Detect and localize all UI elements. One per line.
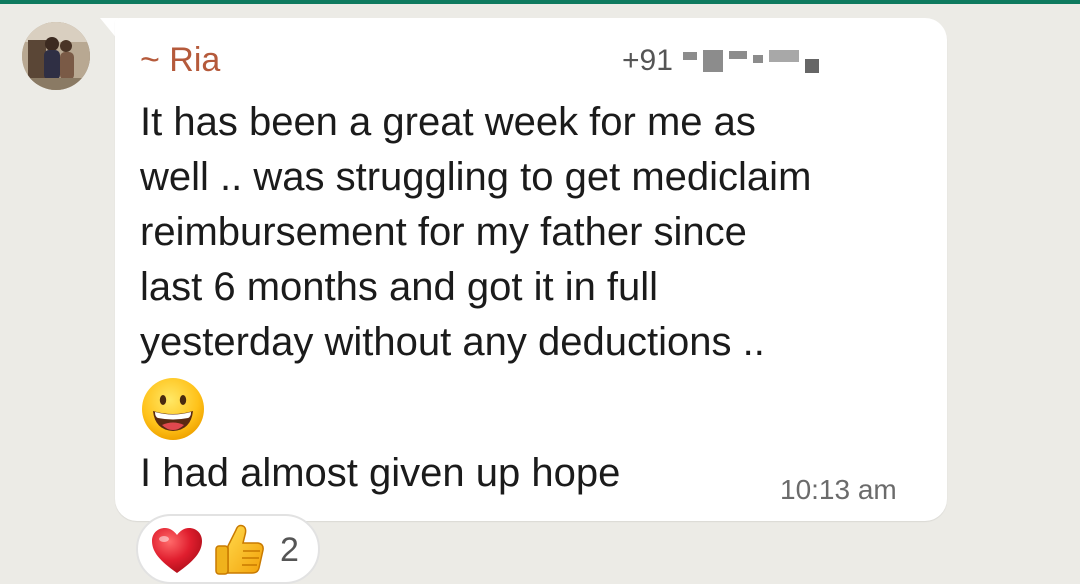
sender-name[interactable]: ~ Ria: [140, 40, 220, 80]
reaction-count: 2: [280, 531, 299, 569]
avatar-photo: [22, 22, 90, 90]
message-line: yesterday without any deductions ..: [140, 320, 765, 364]
app-header-border: [0, 0, 1080, 4]
message-line: last 6 months and got it in full: [140, 265, 659, 309]
message-closing-line: I had almost given up hope: [140, 451, 621, 495]
phone-prefix: +91: [622, 44, 673, 77]
message-line: well .. was struggling to get mediclaim: [140, 155, 812, 199]
avatar[interactable]: [22, 22, 90, 90]
red-heart-icon: [152, 528, 202, 573]
phone-number-redacted: [682, 46, 819, 76]
message-line: reimbursement for my father since: [140, 210, 747, 254]
thumbs-up-icon: [215, 524, 264, 575]
grinning-face-icon: [142, 378, 204, 440]
message-line: It has been a great week for me as: [140, 100, 756, 144]
sender-phone: +91: [622, 42, 819, 80]
message-text: It has been a great week for me as well …: [140, 95, 940, 370]
message-timestamp: 10:13 am: [780, 474, 897, 505]
